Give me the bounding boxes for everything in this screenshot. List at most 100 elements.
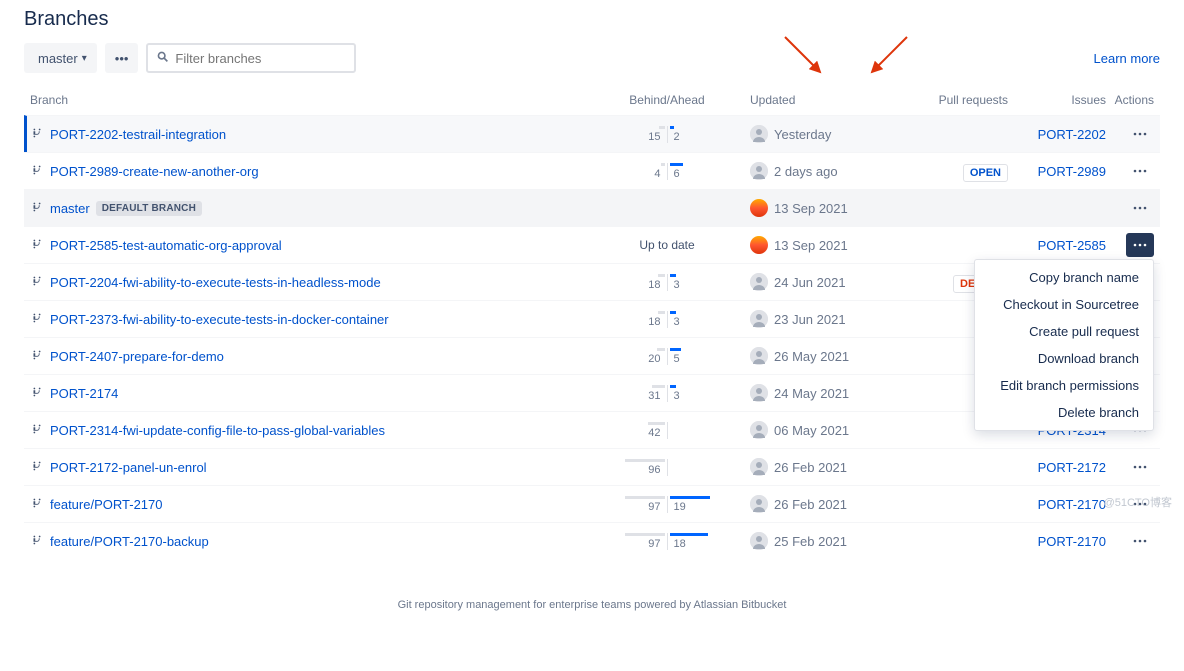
- table-row: master DEFAULT BRANCH 13 Sep 2021: [24, 189, 1160, 226]
- branch-link[interactable]: feature/PORT-2170-backup: [50, 534, 209, 549]
- actions-cell: [1114, 159, 1154, 183]
- col-pull-requests: Pull requests: [908, 93, 1008, 107]
- branch-link[interactable]: feature/PORT-2170: [50, 497, 163, 512]
- issue-link[interactable]: PORT-2170: [1038, 497, 1106, 512]
- updated-date: 25 Feb 2021: [774, 534, 847, 549]
- col-updated: Updated: [750, 93, 900, 107]
- branch-icon: [30, 533, 44, 550]
- branch-icon: [30, 200, 44, 217]
- table-row: feature/PORT-2170 9719 26 Feb 2021 PORT-217…: [24, 485, 1160, 522]
- menu-item[interactable]: Download branch: [975, 345, 1153, 372]
- branch-selector-label: master: [38, 51, 78, 66]
- updated-cell: 2 days ago: [750, 162, 900, 180]
- row-actions-button[interactable]: [1126, 196, 1154, 220]
- learn-more-link[interactable]: Learn more: [1094, 51, 1160, 66]
- table-header: Branch Behind/Ahead Updated Pull request…: [24, 85, 1160, 115]
- branch-cell: feature/PORT-2170-backup: [30, 533, 584, 550]
- ahead-count: 5: [670, 353, 684, 365]
- row-actions-button[interactable]: [1126, 233, 1154, 257]
- branch-link[interactable]: PORT-2989-create-new-another-org: [50, 164, 259, 179]
- behind-count: 96: [644, 464, 664, 476]
- branch-icon: [30, 422, 44, 439]
- ahead-count: 3: [670, 279, 684, 291]
- updated-cell: 13 Sep 2021: [750, 199, 900, 217]
- behind-count: 18: [644, 279, 664, 291]
- behind-ahead-indicator: 313: [592, 385, 742, 402]
- branch-link[interactable]: PORT-2585-test-automatic-org-approval: [50, 238, 282, 253]
- row-actions-button[interactable]: [1126, 455, 1154, 479]
- issue-link[interactable]: PORT-2202: [1038, 127, 1106, 142]
- behind-ahead-uptodate: Up to date: [592, 238, 742, 252]
- branch-link[interactable]: PORT-2407-prepare-for-demo: [50, 349, 224, 364]
- behind-count: 18: [644, 316, 664, 328]
- row-actions-button[interactable]: [1126, 529, 1154, 553]
- col-branch: Branch: [30, 93, 584, 107]
- updated-date: 24 May 2021: [774, 386, 849, 401]
- actions-cell: [1114, 196, 1154, 220]
- issue-link[interactable]: PORT-2172: [1038, 460, 1106, 475]
- branch-cell: PORT-2174: [30, 385, 584, 402]
- behind-count: 20: [644, 353, 664, 365]
- row-actions-button[interactable]: [1126, 122, 1154, 146]
- issue-link[interactable]: PORT-2170: [1038, 534, 1106, 549]
- menu-item[interactable]: Edit branch permissions: [975, 372, 1153, 399]
- row-actions-button[interactable]: [1126, 159, 1154, 183]
- updated-date: 26 Feb 2021: [774, 497, 847, 512]
- avatar: [750, 347, 768, 365]
- updated-cell: 06 May 2021: [750, 421, 900, 439]
- avatar: [750, 199, 768, 217]
- branch-cell: PORT-2202-testrail-integration: [30, 126, 584, 143]
- menu-item[interactable]: Delete branch: [975, 399, 1153, 426]
- behind-ahead-indicator: 9718: [592, 533, 742, 550]
- branch-icon: [30, 237, 44, 254]
- branch-link[interactable]: master: [50, 201, 90, 216]
- ahead-count: 6: [670, 168, 684, 180]
- issues-cell: PORT-2202: [1016, 127, 1106, 142]
- search-input-wrap[interactable]: [146, 43, 356, 73]
- updated-cell: Yesterday: [750, 125, 900, 143]
- updated-date: 13 Sep 2021: [774, 238, 848, 253]
- col-issues: Issues: [1016, 93, 1106, 107]
- avatar: [750, 384, 768, 402]
- branch-link[interactable]: PORT-2373-fwi-ability-to-execute-tests-i…: [50, 312, 389, 327]
- branch-link[interactable]: PORT-2174: [50, 386, 118, 401]
- ahead-count: 3: [670, 316, 684, 328]
- behind-ahead-indicator: 9719: [592, 496, 742, 513]
- branch-link[interactable]: PORT-2204-fwi-ability-to-execute-tests-i…: [50, 275, 381, 290]
- search-icon: [156, 50, 169, 66]
- behind-count: 97: [644, 538, 664, 550]
- branch-selector-button[interactable]: master ▾: [24, 43, 97, 73]
- col-actions: Actions: [1114, 93, 1154, 107]
- ahead-count: 19: [670, 501, 690, 513]
- menu-item[interactable]: Copy branch name: [975, 264, 1153, 291]
- updated-date: 23 Jun 2021: [774, 312, 846, 327]
- updated-cell: 23 Jun 2021: [750, 310, 900, 328]
- issues-cell: PORT-2170: [1016, 497, 1106, 512]
- issue-link[interactable]: PORT-2989: [1038, 164, 1106, 179]
- updated-date: 06 May 2021: [774, 423, 849, 438]
- issues-cell: PORT-2989: [1016, 164, 1106, 179]
- menu-item[interactable]: Create pull request: [975, 318, 1153, 345]
- branch-cell: master DEFAULT BRANCH: [30, 200, 584, 217]
- default-branch-badge: DEFAULT BRANCH: [96, 201, 202, 216]
- page-title: Branches: [24, 0, 1160, 43]
- avatar: [750, 162, 768, 180]
- branch-link[interactable]: PORT-2314-fwi-update-config-file-to-pass…: [50, 423, 385, 438]
- menu-item[interactable]: Checkout in Sourcetree: [975, 291, 1153, 318]
- branch-icon: [30, 459, 44, 476]
- ahead-count: 2: [670, 131, 684, 143]
- actions-cell: Copy branch nameCheckout in SourcetreeCr…: [1114, 233, 1154, 257]
- actions-cell: [1114, 529, 1154, 553]
- behind-ahead-indicator: 18 3: [592, 274, 742, 291]
- table-row: PORT-2172-panel-un-enrol9626 Feb 2021POR…: [24, 448, 1160, 485]
- updated-cell: 26 Feb 2021: [750, 495, 900, 513]
- search-input[interactable]: [175, 51, 346, 66]
- more-toolbar-button[interactable]: •••: [105, 43, 139, 73]
- branch-link[interactable]: PORT-2172-panel-un-enrol: [50, 460, 207, 475]
- branch-icon: [30, 163, 44, 180]
- pr-status-open[interactable]: OPEN: [963, 164, 1008, 182]
- issue-link[interactable]: PORT-2585: [1038, 238, 1106, 253]
- avatar: [750, 310, 768, 328]
- branch-link[interactable]: PORT-2202-testrail-integration: [50, 127, 226, 142]
- behind-count: 4: [650, 168, 664, 180]
